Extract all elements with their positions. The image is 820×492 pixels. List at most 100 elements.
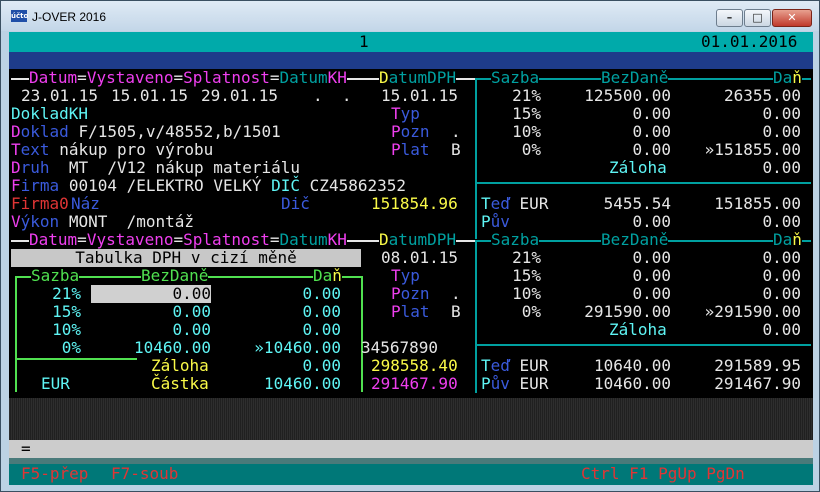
vykon-label-rest: ýkon (20, 212, 60, 231)
upper-rate-dan[interactable]: 26355.00 (691, 87, 801, 105)
puv-initial: P (481, 374, 491, 393)
header-sep: = (269, 230, 280, 249)
f7-key[interactable]: F7-soub (111, 465, 178, 483)
ct-dan-prefix: Da (313, 266, 333, 285)
ct-castka-value[interactable]: 10460.00 (231, 375, 341, 393)
lower-rate-dan[interactable]: »291590.00 (691, 303, 801, 321)
datum-kh-value[interactable]: . . (313, 87, 352, 105)
firma-field[interactable]: Firma 00104 /ELEKTRO VELKÝ DIČ CZ4586235… (11, 177, 406, 195)
lower-zaloha-label: Záloha (609, 320, 667, 339)
upper-zaloha-value[interactable]: 0.00 (691, 159, 801, 177)
close-button[interactable]: ✕ (772, 9, 812, 27)
page-number: 1 (359, 32, 369, 51)
typ-initial: T (391, 104, 401, 123)
lower-pozn-label[interactable]: Pozn (391, 285, 430, 303)
typ-label[interactable]: Typ (391, 105, 420, 123)
dic-label: Dič (281, 194, 310, 213)
upper-rate-bez-dane[interactable]: 0.00 (571, 105, 671, 123)
pozn-value[interactable]: . (451, 123, 461, 141)
upper-ted-value1: 5455.54 (603, 194, 671, 213)
text-field[interactable]: Text nákup pro výrobu (11, 141, 213, 159)
datum-kh-header: Datum (279, 68, 328, 87)
ct-zaloha-value[interactable]: 0.00 (231, 357, 341, 375)
lower-rate-sazba: 10% (512, 284, 541, 303)
minimize-icon: – (726, 11, 733, 24)
sazba-header: Sazba (491, 68, 540, 87)
lower-plat-value[interactable]: B (451, 303, 461, 321)
app-icon[interactable]: účto (11, 10, 28, 22)
druh-field[interactable]: Druh MT /V12 nákup materiálu (11, 159, 300, 177)
minimize-button[interactable]: – (716, 9, 743, 27)
ct-zaloha-label: Záloha (151, 356, 209, 375)
doklad-value[interactable]: F/1505,v/48552,b/1501 (78, 122, 280, 141)
lower-pozn-value[interactable]: . (451, 285, 461, 303)
lower-ted-line (475, 344, 811, 346)
ct-row-bez-dane-active[interactable]: 0.00 (91, 285, 211, 303)
ct-row-bez-dane[interactable]: 0.00 (91, 321, 211, 339)
ct-row-dan[interactable]: »10460.00 (231, 339, 341, 357)
naz-label: Náz (71, 194, 100, 213)
currency-table-title: Tabulka DPH v cizí měně (75, 248, 297, 267)
text-value[interactable]: nákup pro výrobu (59, 140, 213, 159)
lower-rate-bez-dane[interactable]: 0.00 (571, 249, 671, 267)
datum-value[interactable]: 23.01.15 (21, 87, 98, 105)
upper-rate-dan[interactable]: 0.00 (691, 105, 801, 123)
lower-rate-bez-dane[interactable]: 291590.00 (571, 303, 671, 321)
lower-plat-label[interactable]: Plat (391, 303, 430, 321)
upper-ted-line (475, 182, 811, 184)
ct-row-bez-dane[interactable]: 0.00 (91, 303, 211, 321)
upper-rate-dan[interactable]: 0.00 (691, 123, 801, 141)
firma-code[interactable]: 00104 (69, 176, 117, 195)
upper-puv-value2: 0.00 (762, 212, 801, 231)
vykon-code[interactable]: MONT (69, 212, 108, 231)
header-sep: = (173, 230, 184, 249)
text-label-initial: T (11, 140, 21, 159)
console-area: 1 01.01.2016 Datum=Vystaveno=Splatnost=D… (9, 32, 813, 485)
upper-rate-bez-dane[interactable]: 125500.00 (571, 87, 671, 105)
datum-dph-value[interactable]: 15.01.15 (381, 87, 458, 105)
application-window: účto J-OVER 2016 – □ ✕ 1 01.01.2016 Datu… (0, 0, 820, 492)
lower-typ-label[interactable]: Typ (391, 267, 420, 285)
lower-rate-dan[interactable]: 0.00 (691, 285, 801, 303)
upper-rate-bez-dane[interactable]: 0.00 (571, 141, 671, 159)
lower-rate-dan[interactable]: 0.00 (691, 249, 801, 267)
command-line[interactable] (9, 440, 813, 458)
ct-row-dan[interactable]: 0.00 (231, 285, 341, 303)
ct-row-dan[interactable]: 0.00 (231, 303, 341, 321)
plat-value[interactable]: B (451, 141, 461, 159)
f5-key[interactable]: F5-přep (21, 465, 88, 483)
lower-number-field: 34567890 (361, 338, 439, 357)
doklad-field[interactable]: Doklad F/1505,v/48552,b/1501 (11, 123, 281, 141)
upper-rate-bez-dane[interactable]: 0.00 (571, 123, 671, 141)
lower-rate-dan[interactable]: 0.00 (691, 267, 801, 285)
title-bar[interactable]: účto J-OVER 2016 – □ ✕ (1, 1, 819, 31)
doklad-label-initial: D (11, 122, 21, 141)
ct-bez-dane-header: BezDaně (141, 266, 209, 285)
lower-ted-value2: 291589.95 (714, 356, 801, 375)
nav-keys[interactable]: Ctrl F1 PgUp PgDn (581, 465, 745, 483)
puv-rest: ův (490, 374, 510, 393)
lower-datum-dph-value[interactable]: 08.01.15 (381, 249, 458, 267)
vykon-field[interactable]: Výkon MONT /montáž (11, 213, 194, 231)
upper-rate-dan[interactable]: »151855.00 (691, 141, 801, 159)
ct-row-sazba: 15% (52, 302, 81, 321)
puv-initial: P (481, 212, 491, 231)
ct-row-bez-dane[interactable]: 10460.00 (91, 339, 211, 357)
upper-rate-sazba: 15% (512, 104, 541, 123)
vykon-label-initial: V (11, 212, 21, 231)
druh-code[interactable]: MT (69, 158, 88, 177)
puv-rest: ův (490, 212, 510, 231)
lower-rate-bez-dane[interactable]: 0.00 (571, 267, 671, 285)
vystaveno-value[interactable]: 15.01.15 (111, 87, 188, 105)
pozn-initial: P (391, 122, 401, 141)
ct-row-sazba: 10% (52, 320, 81, 339)
ct-row-dan[interactable]: 0.00 (231, 321, 341, 339)
plat-label[interactable]: Plat (391, 141, 430, 159)
pozn-label[interactable]: Pozn (391, 123, 430, 141)
lower-rate-bez-dane[interactable]: 0.00 (571, 285, 671, 303)
ct-currency: EUR (41, 374, 70, 393)
splatnost-value[interactable]: 29.01.15 (201, 87, 278, 105)
maximize-button[interactable]: □ (744, 9, 771, 27)
dph-prefix: D (379, 230, 389, 249)
lower-zaloha-value[interactable]: 0.00 (691, 321, 801, 339)
